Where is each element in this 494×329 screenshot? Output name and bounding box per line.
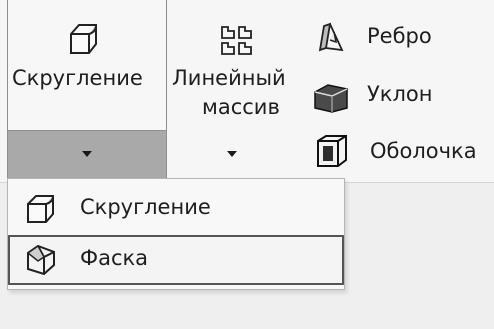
menu-item-fillet[interactable]: Скругление: [8, 183, 344, 233]
fillet-button-label: Скругление: [12, 66, 143, 90]
fillet-split-button: Скругление: [7, 0, 167, 179]
draft-icon: [312, 80, 350, 114]
fillet-button[interactable]: Скругление: [8, 0, 166, 130]
fillet-icon: [24, 192, 58, 226]
shell-button[interactable]: Оболочка: [310, 131, 494, 171]
linear-pattern-icon: [220, 24, 254, 58]
draft-button[interactable]: Уклон: [310, 76, 490, 116]
shell-icon: [314, 133, 350, 169]
rib-icon: [314, 20, 348, 54]
fillet-dropdown-menu: Скругление Фаска: [7, 178, 345, 290]
chevron-down-icon[interactable]: [227, 151, 237, 157]
menu-item-chamfer[interactable]: Фаска: [8, 235, 344, 285]
draft-label: Уклон: [367, 82, 433, 106]
fillet-dropdown-arrow[interactable]: [8, 131, 166, 178]
rib-button[interactable]: Ребро: [310, 18, 490, 58]
ribbon-panel: Скругление Линейный массив Ребро Уклон О…: [0, 0, 494, 183]
chevron-down-icon: [82, 151, 92, 157]
fillet-icon: [65, 20, 103, 58]
chamfer-icon: [24, 243, 58, 277]
linear-pattern-button[interactable]: Линейный массив: [170, 0, 302, 178]
linear-pattern-label-2: массив: [202, 95, 280, 119]
linear-pattern-label-1: Линейный: [172, 66, 286, 90]
shell-label: Оболочка: [370, 139, 477, 163]
menu-item-fillet-label: Скругление: [80, 195, 211, 219]
menu-item-chamfer-label: Фаска: [80, 246, 149, 270]
rib-label: Ребро: [367, 24, 432, 48]
